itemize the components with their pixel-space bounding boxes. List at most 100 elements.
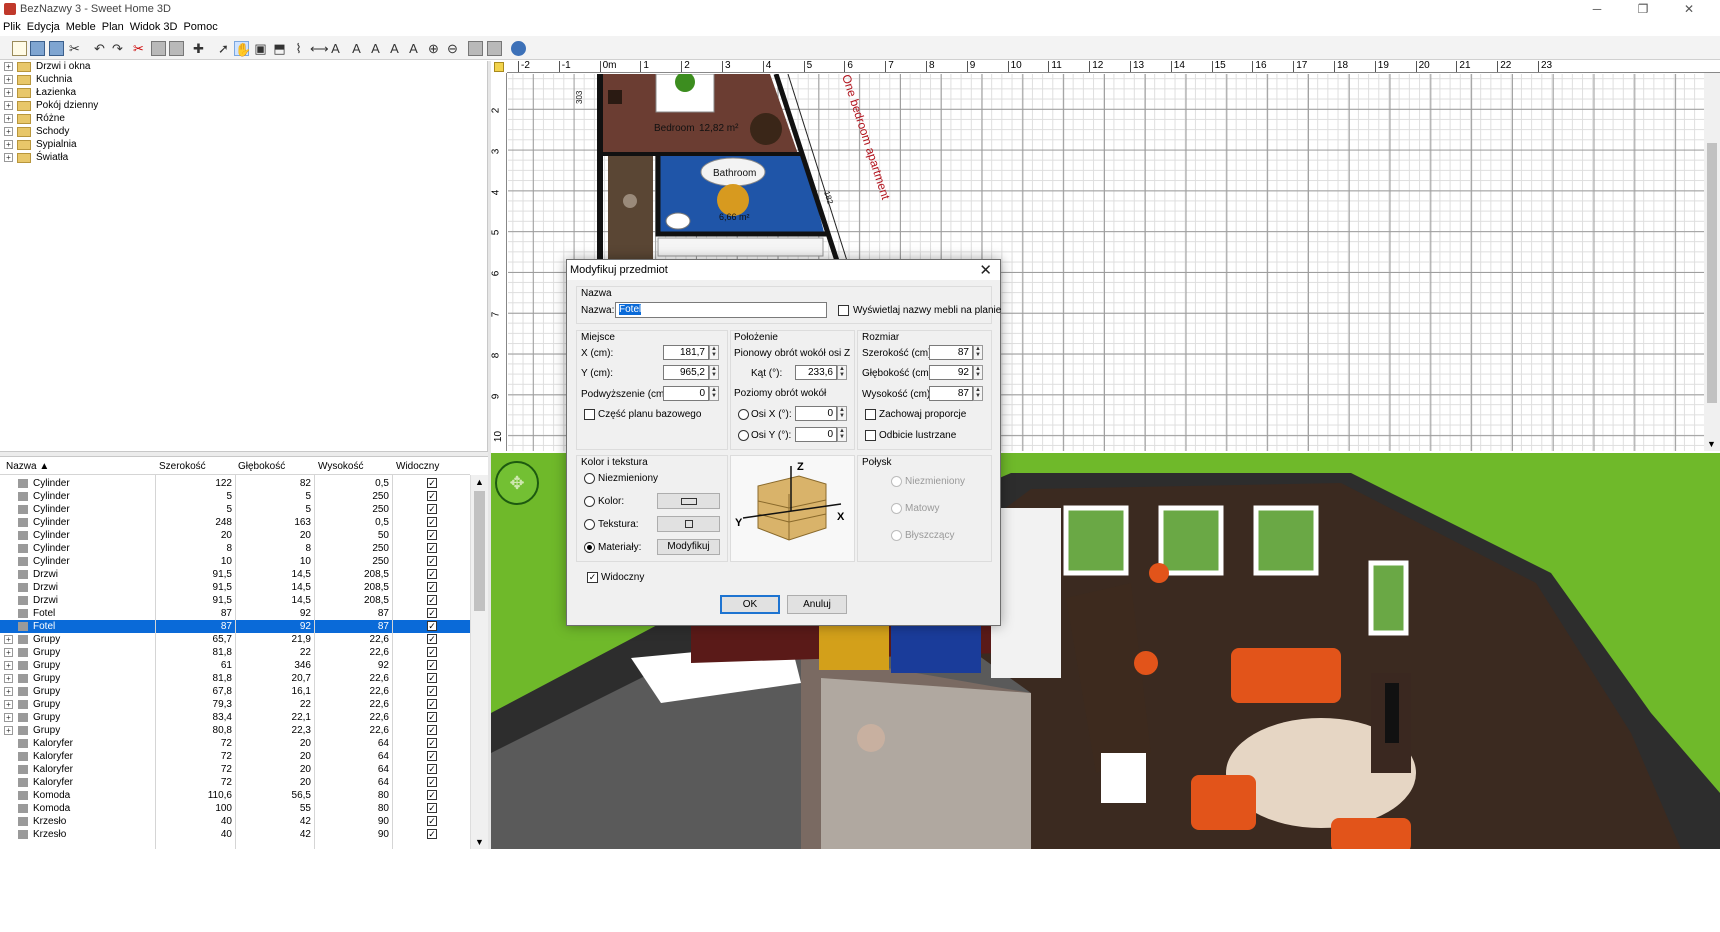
catalog-category[interactable]: + Sypialnia [4, 138, 77, 151]
add-text-icon[interactable]: A [328, 41, 343, 56]
width-spinner[interactable]: ▲ ▼ [973, 345, 983, 360]
menu-file[interactable]: Plik [0, 19, 24, 33]
select-icon[interactable]: ➚ [216, 41, 231, 56]
menu-help[interactable]: Pomoc [180, 19, 220, 33]
expand-icon[interactable]: + [4, 648, 13, 657]
maximize-button[interactable]: ❐ [1620, 0, 1666, 19]
mirror-checkbox[interactable] [865, 430, 876, 441]
angle-input[interactable]: 233,6 [795, 365, 837, 380]
catalog-category[interactable]: + Światła [4, 151, 68, 164]
catalog-category[interactable]: + Różne [4, 112, 65, 125]
texture-button[interactable] [657, 516, 720, 532]
zoom-in-icon[interactable]: ⊕ [426, 41, 441, 56]
visible-checkbox[interactable]: ✓ [427, 530, 437, 540]
visible-checkbox[interactable]: ✓ [427, 790, 437, 800]
expand-icon[interactable]: + [4, 127, 13, 136]
furniture-preview[interactable]: Z X Y [731, 456, 854, 561]
visible-checkbox[interactable]: ✓ [427, 777, 437, 787]
expand-icon[interactable]: + [4, 635, 13, 644]
elevation-spinner[interactable]: ▲ ▼ [709, 386, 719, 401]
expand-icon[interactable]: + [4, 101, 13, 110]
close-window-button[interactable]: ✕ [1666, 0, 1712, 19]
expand-icon[interactable]: + [4, 687, 13, 696]
materials-radio[interactable] [584, 542, 595, 553]
texture-radio[interactable] [584, 519, 595, 530]
column-width[interactable]: Szerokość [159, 461, 206, 472]
zoom-out-icon[interactable]: ⊖ [445, 41, 460, 56]
menu-edit[interactable]: Edycja [24, 19, 63, 33]
minimize-button[interactable]: ─ [1574, 0, 1620, 19]
axis-x-spinner[interactable]: ▲ ▼ [837, 406, 847, 421]
increase-text-icon[interactable]: A [387, 41, 402, 56]
expand-icon[interactable]: + [4, 661, 13, 670]
expand-icon[interactable]: + [4, 153, 13, 162]
visible-checkbox[interactable]: ✓ [427, 725, 437, 735]
visible-checkbox[interactable]: ✓ [427, 816, 437, 826]
visible-checkbox[interactable]: ✓ [427, 595, 437, 605]
new-icon[interactable] [12, 41, 27, 56]
catalog-category[interactable]: + Drzwi i okna [4, 60, 90, 73]
depth-input[interactable]: 92 [929, 365, 973, 380]
color-unchanged-radio[interactable] [584, 473, 595, 484]
visible-checkbox[interactable]: ✓ [427, 491, 437, 501]
shine-matte-radio[interactable] [891, 503, 902, 514]
text-style-italic-icon[interactable]: A [368, 41, 383, 56]
visible-checkbox[interactable]: ✓ [427, 673, 437, 683]
visible-checkbox[interactable]: ✓ [427, 556, 437, 566]
scroll-thumb[interactable] [474, 491, 485, 611]
visible-checkbox[interactable]: ✓ [427, 569, 437, 579]
column-name[interactable]: Nazwa ▲ [6, 461, 49, 472]
column-height[interactable]: Wysokość [318, 461, 363, 472]
scroll-down-icon[interactable]: ▼ [475, 837, 484, 847]
color-radio[interactable] [584, 496, 595, 507]
height-spinner[interactable]: ▲ ▼ [973, 386, 983, 401]
expand-icon[interactable]: + [4, 114, 13, 123]
visible-checkbox[interactable]: ✓ [427, 764, 437, 774]
redo-icon[interactable]: ↷ [110, 41, 125, 56]
plan-scrollbar[interactable]: ▼ [1704, 73, 1720, 451]
visible-checkbox[interactable]: ✓ [427, 582, 437, 592]
axis-x-input[interactable]: 0 [795, 406, 837, 421]
visible-checkbox[interactable]: ✓ [427, 621, 437, 631]
visible-checkbox[interactable]: ✓ [427, 751, 437, 761]
color-button[interactable] [657, 493, 720, 509]
expand-icon[interactable]: + [4, 700, 13, 709]
preferences-icon[interactable]: ✂ [67, 41, 82, 56]
menu-furniture[interactable]: Meble [63, 19, 99, 33]
create-video-icon[interactable] [487, 41, 502, 56]
name-input[interactable]: Fotel [615, 302, 827, 318]
save-icon[interactable] [49, 41, 64, 56]
text-style-bold-icon[interactable]: A [349, 41, 364, 56]
cut-icon[interactable]: ✂ [131, 41, 146, 56]
create-dimensions-icon[interactable]: ⟷ [310, 41, 329, 56]
show-names-checkbox[interactable] [838, 305, 849, 316]
y-spinner[interactable]: ▲ ▼ [709, 365, 719, 380]
scroll-up-icon[interactable]: ▲ [475, 477, 484, 487]
visible-checkbox[interactable]: ✓ [427, 686, 437, 696]
catalog-category[interactable]: + Pokój dzienny [4, 99, 98, 112]
pan-icon[interactable]: ✋ [234, 41, 251, 57]
shine-glossy-radio[interactable] [891, 530, 902, 541]
expand-icon[interactable]: + [4, 713, 13, 722]
expand-icon[interactable]: + [4, 726, 13, 735]
decrease-text-icon[interactable]: A [406, 41, 421, 56]
catalog-category[interactable]: + Łazienka [4, 86, 76, 99]
elevation-input[interactable]: 0 [663, 386, 709, 401]
shine-unchanged-radio[interactable] [891, 476, 902, 487]
expand-icon[interactable]: + [4, 75, 13, 84]
visible-checkbox[interactable]: ✓ [427, 829, 437, 839]
y-input[interactable]: 965,2 [663, 365, 709, 380]
angle-spinner[interactable]: ▲ ▼ [837, 365, 847, 380]
axis-y-input[interactable]: 0 [795, 427, 837, 442]
base-plan-checkbox[interactable] [584, 409, 595, 420]
visible-checkbox[interactable]: ✓ [427, 543, 437, 553]
visible-checkbox[interactable]: ✓ [427, 478, 437, 488]
axis-x-radio[interactable] [738, 409, 749, 420]
catalog-category[interactable]: + Schody [4, 125, 69, 138]
menu-plan[interactable]: Plan [99, 19, 127, 33]
create-walls-icon[interactable]: ▣ [253, 41, 268, 56]
visible-checkbox[interactable]: ✓ [587, 572, 598, 583]
visible-checkbox[interactable]: ✓ [427, 647, 437, 657]
open-icon[interactable] [30, 41, 45, 56]
column-visible[interactable]: Widoczny [396, 461, 439, 472]
